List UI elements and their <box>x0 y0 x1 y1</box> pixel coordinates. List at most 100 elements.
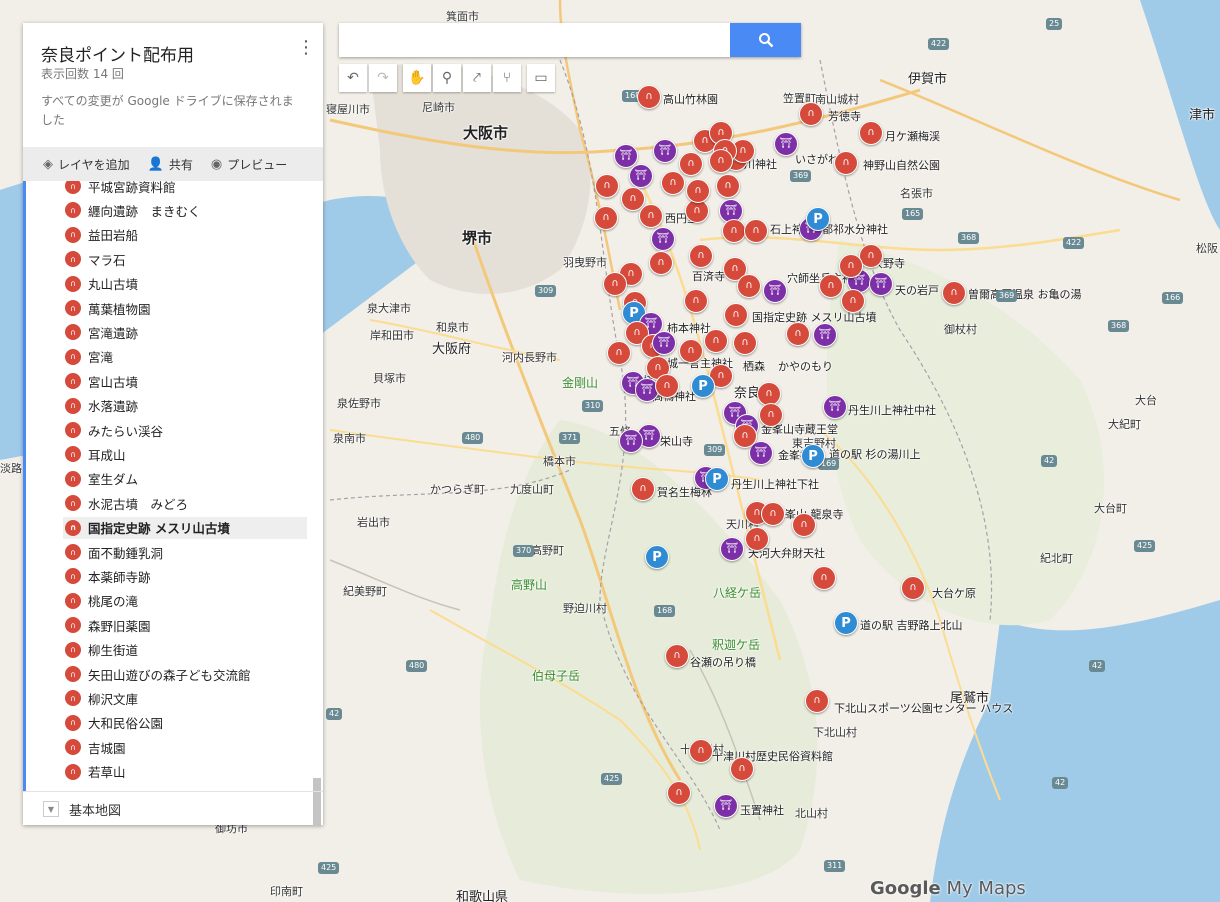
sightseeing-marker[interactable]: ∩ <box>841 289 865 313</box>
layer-item[interactable]: ∩ みたらい渓谷 <box>63 419 307 441</box>
layer-item[interactable]: ∩ 面不動鍾乳洞 <box>63 541 307 563</box>
shrine-marker[interactable]: ⛩ <box>652 331 676 355</box>
sightseeing-marker[interactable]: ∩ <box>665 644 689 668</box>
sightseeing-marker[interactable]: ∩ <box>722 219 746 243</box>
layer-item[interactable]: ∩ 国指定史跡 メスリ山古墳 <box>63 516 307 539</box>
layer-item[interactable]: ∩ 纒向遺跡 まきむく <box>63 199 307 221</box>
parking-marker[interactable]: P <box>806 207 830 231</box>
shrine-marker[interactable]: ⛩ <box>763 279 787 303</box>
sightseeing-marker[interactable]: ∩ <box>667 781 691 805</box>
layer-item[interactable]: ∩ 吉城園 <box>63 736 307 758</box>
shrine-marker[interactable]: ⛩ <box>614 144 638 168</box>
sightseeing-marker[interactable]: ∩ <box>859 121 883 145</box>
layer-item[interactable]: ∩ 桃尾の滝 <box>63 590 307 612</box>
layer-item[interactable]: ∩ 耳成山 <box>63 443 307 465</box>
shrine-marker[interactable]: ⛩ <box>651 227 675 251</box>
sightseeing-marker[interactable]: ∩ <box>733 424 757 448</box>
shrine-marker[interactable]: ⛩ <box>823 395 847 419</box>
add-layer-button[interactable]: ◈ レイヤを追加 <box>43 156 130 173</box>
layer-item[interactable]: ∩ 矢田山遊びの森子ども交流館 <box>63 663 307 685</box>
sightseeing-marker[interactable]: ∩ <box>759 403 783 427</box>
add-directions-button[interactable]: ⑂ <box>493 64 521 92</box>
shrine-marker[interactable]: ⛩ <box>869 272 893 296</box>
sightseeing-marker[interactable]: ∩ <box>686 179 710 203</box>
sightseeing-marker[interactable]: ∩ <box>684 289 708 313</box>
shrine-marker[interactable]: ⛩ <box>714 794 738 818</box>
sightseeing-marker[interactable]: ∩ <box>709 149 733 173</box>
sightseeing-marker[interactable]: ∩ <box>744 219 768 243</box>
layer-item[interactable]: ∩ 平城宮跡資料館 <box>63 181 307 197</box>
measure-button[interactable]: ▭ <box>527 64 555 92</box>
sightseeing-marker[interactable]: ∩ <box>839 254 863 278</box>
undo-button[interactable]: ↶ <box>339 64 367 92</box>
sightseeing-marker[interactable]: ∩ <box>631 477 655 501</box>
layer-item[interactable]: ∩ 柳生街道 <box>63 639 307 661</box>
share-button[interactable]: 👤 共有 <box>148 156 193 173</box>
shrine-marker[interactable]: ⛩ <box>653 139 677 163</box>
search-input[interactable] <box>339 23 719 57</box>
sightseeing-marker[interactable]: ∩ <box>786 322 810 346</box>
sightseeing-marker[interactable]: ∩ <box>679 339 703 363</box>
layer-item[interactable]: ∩ 宮滝 <box>63 346 307 368</box>
shrine-marker[interactable]: ⛩ <box>774 132 798 156</box>
layer-item[interactable]: ∩ マラ石 <box>63 248 307 270</box>
draw-line-button[interactable]: ⤤ <box>463 64 491 92</box>
parking-marker[interactable]: P <box>691 374 715 398</box>
sightseeing-marker[interactable]: ∩ <box>595 174 619 198</box>
sightseeing-marker[interactable]: ∩ <box>594 206 618 230</box>
layer-item[interactable]: ∩ 宮滝遺跡 <box>63 321 307 343</box>
shrine-marker[interactable]: ⛩ <box>629 164 653 188</box>
sightseeing-marker[interactable]: ∩ <box>834 151 858 175</box>
layer-item[interactable]: ∩ 若草山 <box>63 761 307 783</box>
sightseeing-marker[interactable]: ∩ <box>745 527 769 551</box>
more-options-icon[interactable]: ⋮ <box>297 37 315 58</box>
sightseeing-marker[interactable]: ∩ <box>799 102 823 126</box>
parking-marker[interactable]: P <box>705 467 729 491</box>
sightseeing-marker[interactable]: ∩ <box>792 513 816 537</box>
shrine-marker[interactable]: ⛩ <box>813 323 837 347</box>
sightseeing-marker[interactable]: ∩ <box>942 281 966 305</box>
parking-marker[interactable]: P <box>834 611 858 635</box>
layer-item[interactable]: ∩ 益田岩船 <box>63 224 307 246</box>
sightseeing-marker[interactable]: ∩ <box>901 576 925 600</box>
search-button[interactable] <box>730 23 801 57</box>
layer-item[interactable]: ∩ 丸山古墳 <box>63 273 307 295</box>
redo-button[interactable]: ↷ <box>369 64 397 92</box>
sightseeing-marker[interactable]: ∩ <box>639 204 663 228</box>
sightseeing-marker[interactable]: ∩ <box>637 85 661 109</box>
shrine-marker[interactable]: ⛩ <box>720 537 744 561</box>
sightseeing-marker[interactable]: ∩ <box>730 757 754 781</box>
sightseeing-marker[interactable]: ∩ <box>819 274 843 298</box>
sightseeing-marker[interactable]: ∩ <box>607 341 631 365</box>
sightseeing-marker[interactable]: ∩ <box>661 171 685 195</box>
parking-marker[interactable]: P <box>801 444 825 468</box>
layer-item[interactable]: ∩ 水泥古墳 みどろ <box>63 492 307 514</box>
sightseeing-marker[interactable]: ∩ <box>724 303 748 327</box>
sightseeing-marker[interactable]: ∩ <box>655 374 679 398</box>
layer-item[interactable]: ∩ 萬葉植物園 <box>63 297 307 319</box>
shrine-marker[interactable]: ⛩ <box>619 429 643 453</box>
sightseeing-marker[interactable]: ∩ <box>689 739 713 763</box>
layer-item[interactable]: ∩ 水落遺跡 <box>63 395 307 417</box>
parking-marker[interactable]: P <box>645 545 669 569</box>
layer-item[interactable]: ∩ 室生ダム <box>63 468 307 490</box>
sightseeing-marker[interactable]: ∩ <box>603 272 627 296</box>
sightseeing-marker[interactable]: ∩ <box>761 502 785 526</box>
layer-item[interactable]: ∩ 柳沢文庫 <box>63 687 307 709</box>
sightseeing-marker[interactable]: ∩ <box>733 331 757 355</box>
sightseeing-marker[interactable]: ∩ <box>679 152 703 176</box>
layer-item[interactable]: ∩ 大和民俗公園 <box>63 712 307 734</box>
preview-button[interactable]: ◉ プレビュー <box>211 156 287 173</box>
add-marker-button[interactable]: ⚲ <box>433 64 461 92</box>
sightseeing-marker[interactable]: ∩ <box>649 251 673 275</box>
sightseeing-marker[interactable]: ∩ <box>812 566 836 590</box>
sightseeing-marker[interactable]: ∩ <box>704 329 728 353</box>
layer-item[interactable]: ∩ 森野旧薬園 <box>63 614 307 636</box>
layer-item[interactable]: ∩ 本薬師寺跡 <box>63 565 307 587</box>
sightseeing-marker[interactable]: ∩ <box>737 274 761 298</box>
base-map-section[interactable]: ▼ 基本地図 <box>23 791 323 826</box>
layer-item[interactable]: ∩ 宮山古墳 <box>63 370 307 392</box>
sightseeing-marker[interactable]: ∩ <box>716 174 740 198</box>
sightseeing-marker[interactable]: ∩ <box>805 689 829 713</box>
sightseeing-marker[interactable]: ∩ <box>689 244 713 268</box>
